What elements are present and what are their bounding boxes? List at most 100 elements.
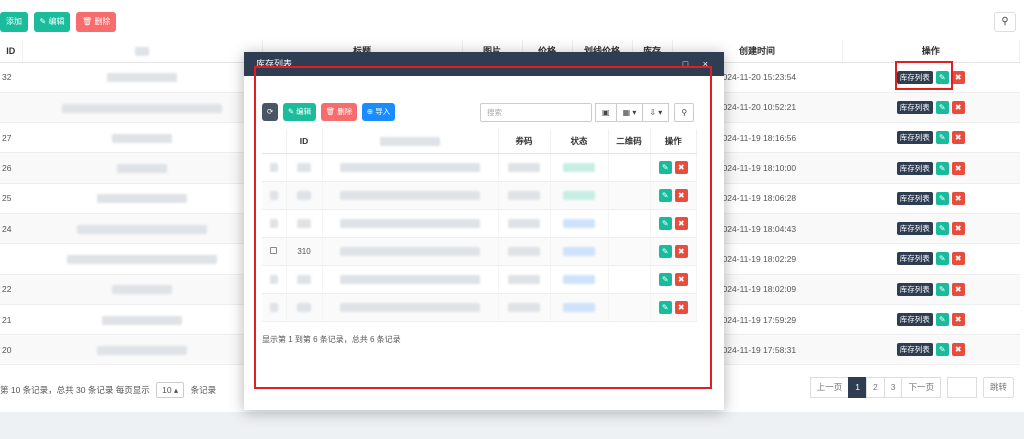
pencil-icon[interactable]: ✎ [935, 222, 949, 236]
stock-list-button[interactable]: 库存列表 [896, 282, 933, 296]
trash-icon[interactable]: ✖ [951, 282, 965, 296]
pagination: 上一页 1 2 3 下一页 跳转 [809, 377, 1014, 398]
row-id: 26 [0, 152, 22, 184]
trash-icon[interactable]: ✖ [951, 131, 965, 145]
jump-button[interactable]: 跳转 [982, 377, 1014, 398]
row-id: 25 [0, 183, 22, 214]
row-id: 24 [0, 213, 22, 245]
redacted-text [112, 133, 172, 143]
pencil-icon[interactable]: ✎ [935, 282, 949, 296]
table-summary: 第 10 条记录，总共 30 条记录 每页显示 10 ▴ 条记录 [0, 380, 216, 400]
row-id [0, 243, 22, 275]
trash-icon[interactable]: ✖ [951, 100, 965, 114]
col-ops: 操作 [842, 40, 1020, 63]
row-name [22, 92, 262, 124]
redacted-text [102, 315, 182, 325]
trash-icon[interactable]: ✖ [951, 70, 965, 84]
row-name [22, 213, 262, 245]
row-id: 27 [0, 122, 22, 154]
prev-page-button[interactable]: 上一页 [809, 377, 850, 398]
pencil-icon[interactable]: ✎ [935, 313, 949, 327]
row-ops-group: 库存列表 ✎ ✖ [896, 282, 965, 296]
stock-list-button[interactable]: 库存列表 [896, 252, 933, 266]
row-id: 21 [0, 304, 22, 336]
row-ops-group: 库存列表 ✎ ✖ [896, 252, 965, 266]
row-id: 22 [0, 274, 22, 305]
row-ops: 库存列表 ✎ ✖ [842, 183, 1020, 214]
main-toolbar: 添加 ✎ 编辑 🗑 删除 [0, 12, 119, 34]
highlight-stock-button [895, 61, 953, 90]
row-id: 20 [0, 334, 22, 366]
page-size-select[interactable]: 10 ▴ [156, 382, 185, 398]
row-name [22, 183, 262, 214]
redacted-text [117, 164, 167, 174]
trash-icon[interactable]: ✖ [951, 252, 965, 266]
pencil-icon[interactable]: ✎ [935, 191, 949, 205]
row-ops-group: 库存列表 ✎ ✖ [896, 161, 965, 175]
stock-list-button[interactable]: 库存列表 [896, 343, 933, 357]
row-id: 32 [0, 62, 22, 93]
stock-list-button[interactable]: 库存列表 [896, 100, 933, 114]
row-ops-group: 库存列表 ✎ ✖ [896, 131, 965, 145]
page-size-value: 10 [162, 385, 172, 395]
stock-list-button[interactable]: 库存列表 [896, 222, 933, 236]
col-id: ID [0, 40, 23, 63]
row-ops: 库存列表 ✎ ✖ [842, 274, 1020, 305]
row-name [22, 243, 262, 275]
row-name [22, 304, 262, 336]
row-ops-group: 库存列表 ✎ ✖ [896, 100, 965, 114]
row-ops: 库存列表 ✎ ✖ [842, 92, 1020, 124]
row-name [22, 152, 262, 184]
row-ops: 库存列表 ✎ ✖ [842, 334, 1020, 366]
summary-text: 第 10 条记录，总共 30 条记录 每页显示 [0, 385, 150, 395]
pencil-icon[interactable]: ✎ [935, 131, 949, 145]
page-button-3[interactable]: 3 [883, 377, 903, 398]
pencil-icon[interactable]: ✎ [935, 100, 949, 114]
redacted-text [67, 255, 217, 265]
row-ops-group: 库存列表 ✎ ✖ [896, 343, 965, 357]
row-ops-group: 库存列表 ✎ ✖ [896, 222, 965, 236]
redacted-text [107, 73, 177, 83]
trash-icon[interactable]: ✖ [951, 222, 965, 236]
highlight-modal-content [254, 66, 712, 389]
trash-icon[interactable]: ✖ [951, 191, 965, 205]
redacted-text [77, 224, 207, 234]
stock-list-button[interactable]: 库存列表 [896, 313, 933, 327]
pencil-icon[interactable]: ✎ [935, 161, 949, 175]
row-name [22, 62, 262, 93]
page-bottom-strip [0, 412, 1024, 439]
pencil-icon[interactable]: ✎ [935, 252, 949, 266]
col-name [22, 40, 263, 63]
add-button[interactable]: 添加 [0, 12, 28, 32]
trash-icon[interactable]: ✖ [951, 343, 965, 357]
next-page-button[interactable]: 下一页 [901, 377, 941, 398]
delete-button[interactable]: 🗑 删除 [75, 12, 117, 32]
stock-list-button[interactable]: 库存列表 [896, 131, 933, 145]
page-button-2[interactable]: 2 [866, 377, 885, 398]
pencil-icon[interactable]: ✎ [935, 343, 949, 357]
redacted-text [112, 285, 172, 295]
summary-tail: 条记录 [190, 385, 217, 395]
edit-button[interactable]: ✎ 编辑 [33, 12, 71, 32]
stock-list-button[interactable]: 库存列表 [896, 191, 933, 205]
row-ops-group: 库存列表 ✎ ✖ [896, 313, 965, 327]
search-icon[interactable]: ⚲ [994, 12, 1016, 32]
row-ops: 库存列表 ✎ ✖ [842, 243, 1020, 275]
row-name [22, 334, 262, 366]
row-ops: 库存列表 ✎ ✖ [842, 213, 1020, 245]
page-button-1[interactable]: 1 [848, 377, 867, 398]
stock-list-button[interactable]: 库存列表 [896, 161, 933, 175]
row-id [0, 92, 22, 124]
jump-page-input[interactable] [946, 377, 977, 398]
redacted-text [97, 194, 187, 204]
row-ops-group: 库存列表 ✎ ✖ [896, 191, 965, 205]
redacted-text [62, 103, 222, 113]
row-name [22, 122, 262, 154]
trash-icon[interactable]: ✖ [951, 161, 965, 175]
row-ops: 库存列表 ✎ ✖ [842, 122, 1020, 154]
row-ops: 库存列表 ✎ ✖ [842, 152, 1020, 184]
row-ops: 库存列表 ✎ ✖ [842, 304, 1020, 336]
trash-icon[interactable]: ✖ [951, 313, 965, 327]
row-name [22, 274, 262, 305]
redacted-text [97, 345, 187, 355]
